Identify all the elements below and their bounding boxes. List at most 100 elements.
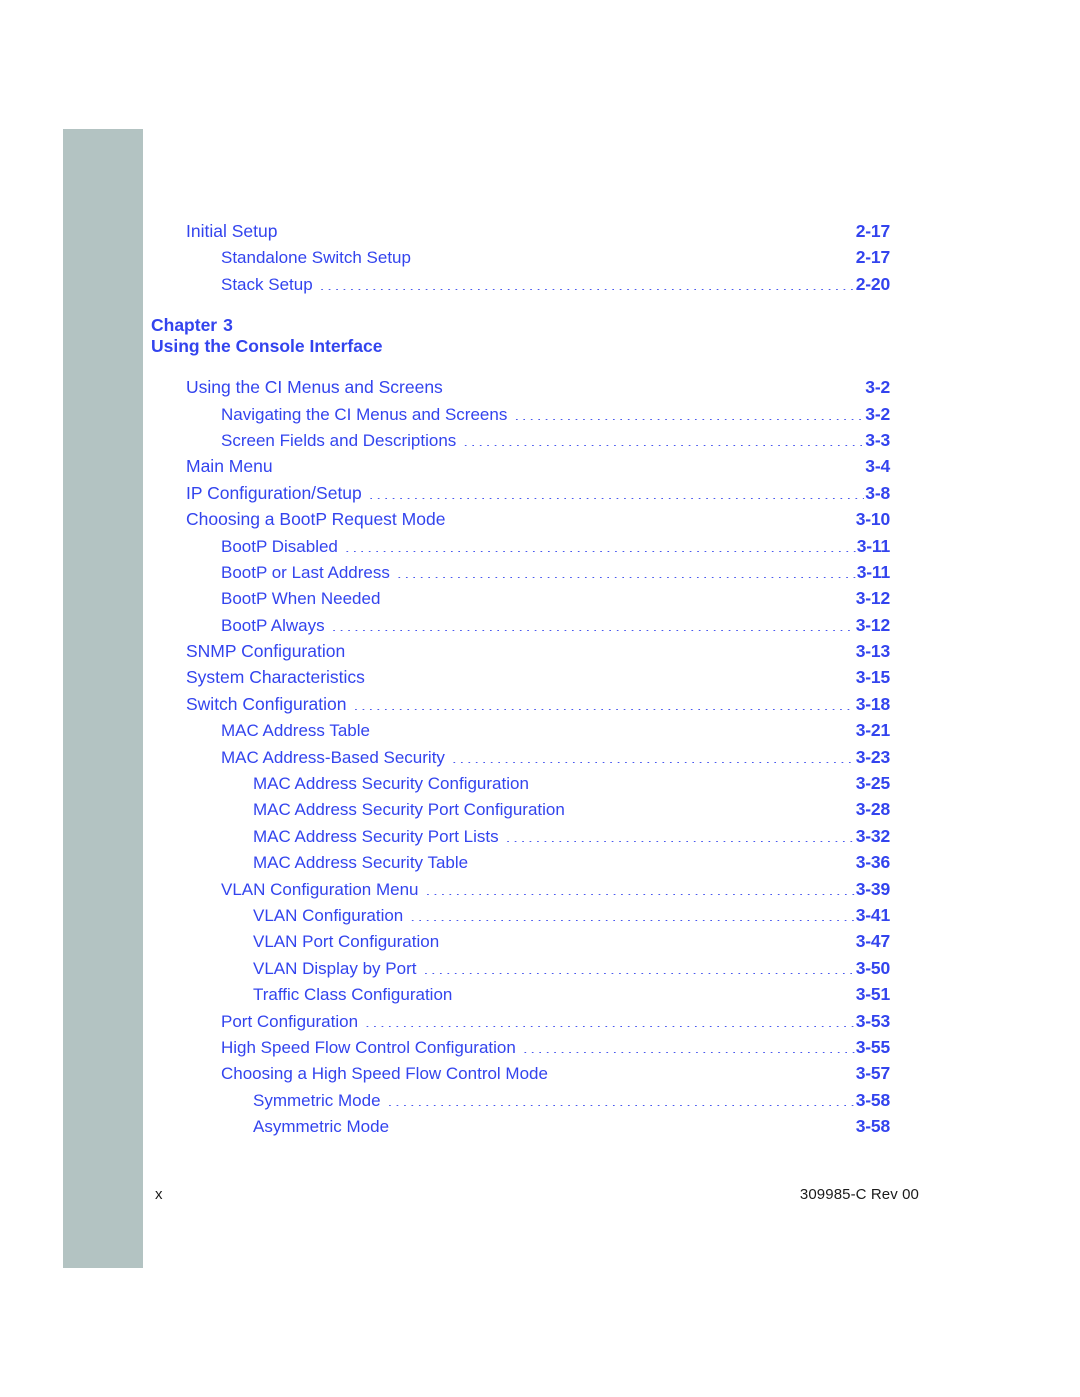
toc-dot-leader [372,666,855,684]
toc-entry[interactable]: MAC Address Security Port Configuration 3… [253,796,890,822]
toc-entry-page-number: 3-2 [865,403,890,424]
toc-entry-title: High Speed Flow Control Configuration [221,1037,516,1057]
toc-entry[interactable]: System Characteristics 3-15 [186,664,890,690]
toc-entry[interactable]: BootP or Last Address 3-11 [221,559,890,585]
toc-entry-title: Choosing a BootP Request Mode [186,509,446,530]
toc-entry-title: BootP Disabled [221,536,338,556]
toc-entry[interactable]: Traffic Class Configuration 3-51 [253,981,890,1007]
toc-dot-leader [523,1035,855,1053]
toc-entry-title: MAC Address-Based Security [221,747,445,767]
toc-entry[interactable]: Stack Setup 2-20 [221,271,890,297]
toc-dot-leader [536,772,855,790]
chapter-heading-number-line: Chapter 3 [151,315,890,336]
toc-dot-leader [423,956,854,974]
toc-entry-page-number: 3-8 [865,482,890,503]
toc-entry-page-number: 3-25 [855,773,890,794]
toc-entry-title: IP Configuration/Setup [186,482,362,503]
toc-entry[interactable]: MAC Address Table 3-21 [221,717,890,743]
toc-dot-leader [377,719,855,737]
toc-entry-page-number: 3-28 [855,799,890,820]
toc-entry[interactable]: Navigating the CI Menus and Screens 3-2 [221,401,890,427]
toc-entry-title: Screen Fields and Descriptions [221,430,457,450]
toc-entry[interactable]: BootP Always 3-12 [221,612,890,638]
toc-dot-leader [280,455,865,473]
toc-entry-title: BootP When Needed [221,589,381,609]
toc-dot-leader [397,560,856,578]
toc-entry-page-number: 3-50 [855,957,890,978]
toc-dot-leader [463,428,864,446]
toc-entry[interactable]: MAC Address-Based Security 3-23 [221,744,890,770]
toc-content: Initial Setup2-17Standalone Switch Setup… [151,218,890,1140]
toc-entry-page-number: 3-41 [855,904,890,925]
toc-entry-title: MAC Address Table [221,721,370,741]
toc-entry-title: Navigating the CI Menus and Screens [221,404,508,424]
toc-group-chapter3: Using the CI Menus and Screens3-2Navigat… [186,374,890,1139]
toc-entry-title: MAC Address Security Port Configuration [253,800,565,820]
toc-entry-page-number: 3-21 [855,720,890,741]
toc-entry[interactable]: Initial Setup 2-17 [186,218,890,244]
toc-dot-leader [354,692,855,710]
toc-entry-title: Main Menu [186,456,273,477]
toc-entry[interactable]: Choosing a BootP Request Mode 3-10 [186,506,890,532]
toc-dot-leader [446,930,855,948]
toc-entry[interactable]: MAC Address Security Table 3-36 [253,849,890,875]
toc-entry-page-number: 3-39 [855,878,890,899]
toc-entry[interactable]: VLAN Configuration Menu 3-39 [221,876,890,902]
toc-entry-title: Initial Setup [186,221,278,241]
toc-dot-leader [450,376,864,394]
chapter-heading: Chapter 3 Using the Console Interface [151,315,890,357]
toc-entry-page-number: 3-12 [855,614,890,635]
toc-entry[interactable]: Main Menu 3-4 [186,453,890,479]
toc-entry[interactable]: MAC Address Security Configuration 3-25 [253,770,890,796]
toc-entry[interactable]: Standalone Switch Setup 2-17 [221,244,890,270]
toc-entry[interactable]: Switch Configuration 3-18 [186,691,890,717]
toc-entry[interactable]: VLAN Display by Port 3-50 [253,955,890,981]
toc-dot-leader [506,824,855,842]
toc-entry[interactable]: IP Configuration/Setup 3-8 [186,480,890,506]
toc-entry-title: BootP or Last Address [221,562,390,582]
toc-dot-leader [410,903,855,921]
toc-entry[interactable]: BootP When Needed 3-12 [221,585,890,611]
toc-entry[interactable]: Screen Fields and Descriptions 3-3 [221,427,890,453]
page-footer: x 309985-C Rev 00 [155,1186,919,1203]
toc-entry[interactable]: High Speed Flow Control Configuration 3-5… [221,1034,890,1060]
toc-entry-title: VLAN Configuration [253,905,404,925]
toc-entry-page-number: 3-23 [855,746,890,767]
toc-dot-leader [320,272,855,290]
toc-entry[interactable]: VLAN Configuration 3-41 [253,902,890,928]
toc-entry[interactable]: Using the CI Menus and Screens 3-2 [186,374,890,400]
toc-entry-page-number: 3-11 [856,535,890,556]
toc-dot-leader [332,613,855,631]
toc-entry-title: Standalone Switch Setup [221,248,411,268]
toc-entry-title: Traffic Class Configuration [253,985,453,1005]
toc-entry-page-number: 3-11 [856,561,890,582]
toc-entry-title: Using the CI Menus and Screens [186,377,443,398]
toc-entry-page-number: 3-58 [855,1116,890,1137]
toc-entry-page-number: 3-18 [855,693,890,714]
toc-entry[interactable]: VLAN Port Configuration 3-47 [253,928,890,954]
toc-entry-title: SNMP Configuration [186,641,346,662]
toc-entry-title: VLAN Display by Port [253,958,417,978]
toc-entry-page-number: 3-4 [865,456,890,477]
toc-entry[interactable]: BootP Disabled 3-11 [221,533,890,559]
toc-entry-page-number: 3-36 [855,852,890,873]
toc-entry[interactable]: Asymmetric Mode 3-58 [253,1113,890,1139]
toc-entry-title: MAC Address Security Table [253,853,469,873]
toc-entry-page-number: 3-3 [865,429,890,450]
toc-entry-title: Symmetric Mode [253,1090,381,1110]
toc-dot-leader [387,587,854,605]
toc-entry[interactable]: Choosing a High Speed Flow Control Mode 3… [221,1060,890,1086]
toc-entry[interactable]: SNMP Configuration 3-13 [186,638,890,664]
chapter-heading-title: Using the Console Interface [151,336,383,357]
toc-entry-page-number: 3-15 [855,667,890,688]
toc-group-chapter2: Initial Setup2-17Standalone Switch Setup… [186,218,890,297]
toc-entry[interactable]: MAC Address Security Port Lists 3-32 [253,823,890,849]
toc-entry-page-number: 3-53 [855,1010,890,1031]
toc-entry-page-number: 2-20 [855,273,890,294]
toc-entry-title: Switch Configuration [186,693,347,714]
toc-entry[interactable]: Symmetric Mode 3-58 [253,1087,890,1113]
toc-dot-leader [369,481,865,499]
toc-entry-page-number: 3-12 [855,588,890,609]
toc-entry[interactable]: Port Configuration 3-53 [221,1008,890,1034]
toc-dot-leader [418,246,855,264]
